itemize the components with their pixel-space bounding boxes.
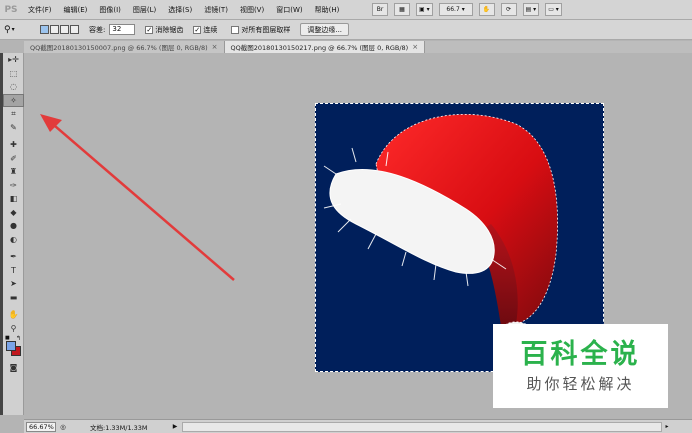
menu-layer[interactable]: 图层(L)	[127, 5, 162, 15]
watermark-logo: 百科全说 助你轻松解决	[493, 324, 668, 408]
document-tab-label: QQ截图20180130150007.png @ 66.7% (图层 0, RG…	[30, 44, 208, 52]
menu-help[interactable]: 帮助(H)	[309, 5, 346, 15]
eyedropper-tool-icon[interactable]: ✎	[3, 121, 24, 135]
swap-colors-icon[interactable]: ↰	[16, 335, 21, 342]
subtract-from-selection-button[interactable]	[60, 25, 69, 34]
close-icon[interactable]: ×	[412, 43, 418, 51]
zoom-level-select[interactable]: 66.7 ▾	[438, 3, 473, 16]
horizontal-scrollbar[interactable]	[182, 421, 662, 432]
quick-mask-icon[interactable]: ◙	[3, 361, 24, 375]
screen-mode-icon[interactable]: ▭ ▾	[545, 3, 562, 16]
antialias-label: 消除锯齿	[155, 25, 184, 34]
menu-window[interactable]: 窗口(W)	[270, 5, 308, 15]
sample-all-layers-checkbox[interactable]	[231, 25, 240, 34]
zoom-tool-icon[interactable]: ⚲	[3, 322, 24, 336]
menu-bar: PS 文件(F) 编辑(E) 图像(I) 图层(L) 选择(S) 滤镜(T) 视…	[0, 0, 692, 20]
antialias-option[interactable]: ✓ 消除锯齿	[145, 25, 183, 35]
zoom-value: 66.7	[446, 6, 460, 13]
watermark-subtitle: 助你轻松解决	[526, 374, 635, 393]
app-logo: PS	[4, 4, 18, 15]
magic-wand-icon: ⚲	[4, 24, 11, 35]
menu-file[interactable]: 文件(F)	[22, 5, 58, 15]
options-bar: ⚲ ▾ 容差: 32 ✓ 消除锯齿 ✓ 连续 对所有图层取样 调整边缘...	[0, 20, 692, 40]
document-tab[interactable]: QQ截图20180130150007.png @ 66.7% (图层 0, RG…	[24, 41, 225, 53]
chevron-down-icon: ▾	[461, 6, 465, 13]
contiguous-label: 连续	[203, 25, 218, 34]
color-swatches: ■ ↰	[3, 335, 24, 361]
status-zoom-field[interactable]: 66.67%	[26, 421, 56, 432]
status-bar: 66.67% ◎ 文档:1.33M/1.33M ▶ ▸	[24, 419, 692, 433]
hand-tool-icon[interactable]: ✋	[3, 308, 24, 322]
menu-edit[interactable]: 编辑(E)	[58, 5, 94, 15]
move-tool-icon[interactable]: ▸✛	[3, 53, 24, 67]
sample-all-layers-option[interactable]: 对所有图层取样	[231, 25, 290, 35]
marquee-tool-icon[interactable]: ⬚	[3, 67, 24, 81]
add-to-selection-button[interactable]	[50, 25, 59, 34]
refine-edge-button[interactable]: 调整边缘...	[300, 23, 350, 36]
shape-tool-icon[interactable]: ▬	[3, 291, 24, 305]
chevron-down-icon: ▾	[11, 26, 15, 33]
brush-tool-icon[interactable]: ✐	[3, 152, 24, 166]
dodge-tool-icon[interactable]: ◐	[3, 233, 24, 247]
crop-tool-icon[interactable]: ⌗	[3, 107, 24, 121]
tolerance-input[interactable]: 32	[109, 24, 136, 35]
view-extras-icon[interactable]: ▣ ▾	[416, 3, 433, 16]
clone-stamp-tool-icon[interactable]: ♜	[3, 165, 24, 179]
antialias-checkbox[interactable]: ✓	[145, 25, 154, 34]
menu-image[interactable]: 图像(I)	[93, 5, 127, 15]
watermark-title: 百科全说	[520, 338, 641, 370]
menu-filter[interactable]: 滤镜(T)	[198, 5, 234, 15]
app-bar-controls: Br ▦ ▣ ▾ 66.7 ▾ ✋ ⟳ ▤ ▾ ▭ ▾	[372, 3, 562, 16]
document-tab-bar: QQ截图20180130150007.png @ 66.7% (图层 0, RG…	[24, 41, 692, 53]
menu-view[interactable]: 视图(V)	[234, 5, 270, 15]
foreground-color-swatch[interactable]	[6, 341, 16, 351]
magic-wand-tool-icon[interactable]: ✧	[3, 93, 24, 107]
lasso-tool-icon[interactable]: ◌	[3, 80, 24, 94]
status-menu-icon[interactable]: ◎	[56, 423, 70, 431]
arrange-documents-icon[interactable]: ▤ ▾	[522, 3, 540, 16]
status-arrow-icon[interactable]: ▶	[170, 423, 180, 430]
document-tab-active[interactable]: QQ截图20180130150217.png @ 66.7% (图层 0, RG…	[224, 41, 426, 53]
selection-mode-group	[40, 25, 79, 34]
contiguous-option[interactable]: ✓ 连续	[193, 25, 217, 35]
pen-tool-icon[interactable]: ✒	[3, 250, 24, 264]
path-selection-tool-icon[interactable]: ➤	[3, 277, 24, 291]
new-selection-button[interactable]	[40, 25, 49, 34]
document-size-info: 文档:1.33M/1.33M	[90, 423, 148, 432]
rotate-view-icon[interactable]: ⟳	[500, 3, 517, 16]
mini-bridge-icon[interactable]: ▦	[394, 3, 410, 16]
hand-tool-icon[interactable]: ✋	[478, 3, 495, 16]
toolbox: ▸✛ ⬚ ◌ ✧ ⌗ ✎ ✚ ✐ ♜ ✑ ◧ ◆ ● ◐ ✒ T ➤ ▬ ✋ ⚲…	[3, 53, 24, 415]
scroll-right-icon[interactable]: ▸	[662, 423, 672, 430]
document-tab-label: QQ截图20180130150217.png @ 66.7% (图层 0, RG…	[230, 44, 409, 52]
close-icon[interactable]: ×	[212, 43, 218, 51]
menu-select[interactable]: 选择(S)	[162, 5, 198, 15]
sample-all-layers-label: 对所有图层取样	[241, 25, 291, 34]
intersect-selection-button[interactable]	[70, 25, 79, 34]
contiguous-checkbox[interactable]: ✓	[193, 25, 202, 34]
bridge-icon[interactable]: Br	[372, 3, 388, 16]
type-tool-icon[interactable]: T	[3, 264, 24, 278]
tolerance-label: 容差:	[89, 25, 106, 34]
blur-tool-icon[interactable]: ●	[3, 219, 24, 233]
history-brush-tool-icon[interactable]: ✑	[3, 179, 24, 193]
eraser-tool-icon[interactable]: ◧	[3, 192, 24, 206]
paint-bucket-tool-icon[interactable]: ◆	[3, 206, 24, 220]
healing-brush-tool-icon[interactable]: ✚	[3, 138, 24, 152]
tool-preset-picker[interactable]: ⚲ ▾	[4, 23, 28, 37]
